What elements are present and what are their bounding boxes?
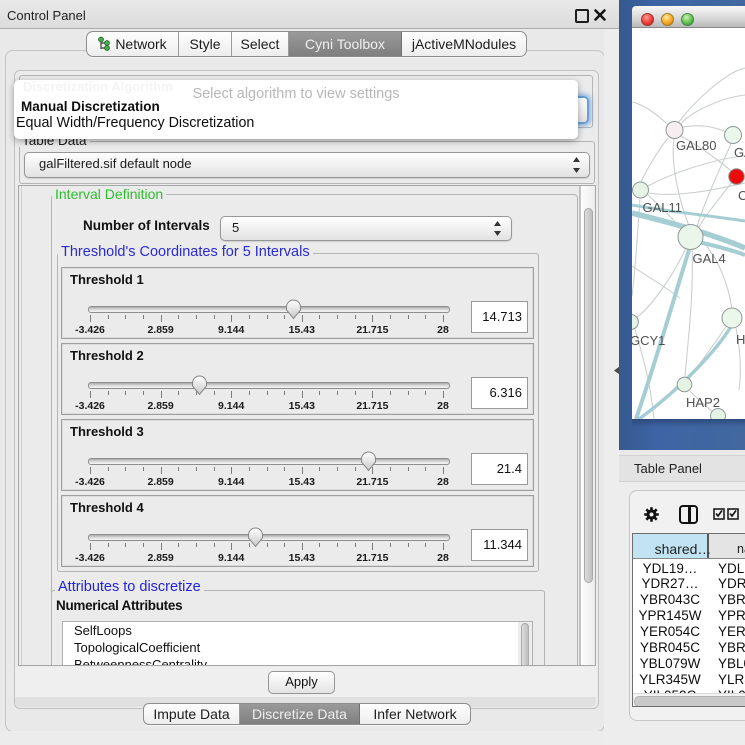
svg-text:GAL4: GAL4: [693, 251, 726, 266]
svg-text:HIS4: HIS4: [736, 332, 745, 347]
svg-text:GAL80: GAL80: [676, 138, 716, 153]
svg-text:GAL11: GAL11: [643, 200, 683, 215]
svg-text:HAP2: HAP2: [686, 395, 720, 410]
svg-text:GAL3: GAL3: [734, 145, 745, 160]
svg-text:GCY1: GCY1: [632, 333, 665, 348]
svg-text:CRP1: CRP1: [738, 188, 745, 203]
